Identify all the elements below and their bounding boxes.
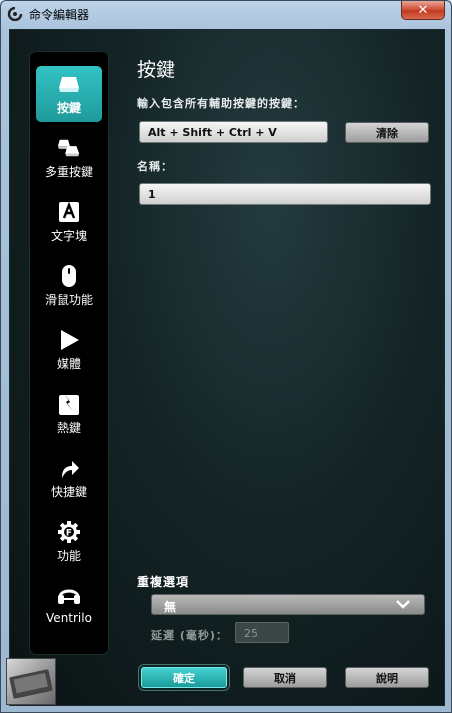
sidebar-item-shortcut[interactable]: 快捷鍵 — [36, 450, 102, 506]
command-editor-window: 命令編輯器 ✕ 按鍵 多重按鍵 文字塊 滑鼠功能 媒體 熱鍵 快捷鍵 F 功能 … — [0, 0, 452, 713]
repeat-options-value: 無 — [164, 600, 177, 614]
delay-label: 延遲 (毫秒)： — [151, 629, 228, 642]
svg-text:F: F — [66, 529, 72, 539]
play-icon — [57, 328, 81, 352]
sidebar-item-text-block[interactable]: 文字塊 — [36, 194, 102, 250]
sidebar-item-label: Ventrilo — [46, 611, 92, 625]
name-label: 名稱： — [137, 160, 173, 173]
window-title: 命令編輯器 — [29, 8, 90, 22]
sidebar-item-function[interactable]: F 功能 — [36, 514, 102, 570]
sidebar-item-hotkey[interactable]: 熱鍵 — [36, 386, 102, 442]
function-gear-icon: F — [57, 520, 81, 544]
chevron-down-icon — [396, 600, 410, 609]
keystroke-label: 輸入包含所有輔助按鍵的按鍵： — [137, 97, 305, 110]
text-block-icon — [57, 200, 81, 224]
sidebar-item-label: 多重按鍵 — [44, 165, 93, 179]
sidebar-item-ventrilo[interactable]: Ventrilo — [36, 578, 102, 634]
sidebar-item-label: 滑鼠功能 — [44, 293, 93, 307]
ok-button[interactable]: 確定 — [141, 667, 227, 688]
close-icon: ✕ — [417, 2, 429, 18]
sidebar-item-multikey[interactable]: 多重按鍵 — [36, 130, 102, 186]
shortcut-arrow-icon — [57, 456, 81, 480]
editor-client-area: 按鍵 多重按鍵 文字塊 滑鼠功能 媒體 熱鍵 快捷鍵 F 功能 Ventrilo… — [9, 29, 445, 706]
logitech-logo-icon — [7, 7, 23, 21]
keystroke-input[interactable]: Alt + Shift + Ctrl + V — [139, 121, 328, 143]
keycap-icon — [57, 72, 81, 96]
keyboard-thumbnail-image — [6, 658, 56, 705]
close-button[interactable]: ✕ — [401, 1, 445, 20]
help-button[interactable]: 說明 — [345, 667, 429, 688]
command-type-sidebar: 按鍵 多重按鍵 文字塊 滑鼠功能 媒體 熱鍵 快捷鍵 F 功能 Ventrilo — [30, 52, 108, 654]
repeat-options-label: 重複選項 — [137, 575, 190, 589]
sidebar-item-keystroke[interactable]: 按鍵 — [36, 66, 102, 122]
page-title: 按鍵 — [137, 59, 176, 81]
cancel-button[interactable]: 取消 — [243, 667, 327, 688]
multi-keycap-icon — [57, 136, 81, 160]
sidebar-item-label: 熱鍵 — [56, 421, 81, 435]
mouse-icon — [57, 264, 81, 288]
name-input[interactable]: 1 — [139, 183, 431, 205]
sidebar-item-label: 文字塊 — [50, 229, 87, 243]
clear-button[interactable]: 清除 — [345, 122, 429, 143]
sidebar-item-label: 快捷鍵 — [50, 485, 87, 499]
repeat-options-select[interactable]: 無 — [151, 594, 425, 615]
sidebar-item-label: 媒體 — [56, 357, 81, 371]
delay-ms-input[interactable]: 25 — [235, 622, 289, 643]
sidebar-item-mouse-function[interactable]: 滑鼠功能 — [36, 258, 102, 314]
keyboard-image-icon — [9, 669, 53, 699]
sidebar-item-label: 按鍵 — [56, 101, 81, 115]
sidebar-item-label: 功能 — [56, 549, 81, 563]
headset-icon — [57, 584, 81, 608]
hotkey-icon — [57, 392, 81, 416]
title-bar[interactable]: 命令編輯器 ✕ — [1, 1, 451, 27]
sidebar-item-media[interactable]: 媒體 — [36, 322, 102, 378]
